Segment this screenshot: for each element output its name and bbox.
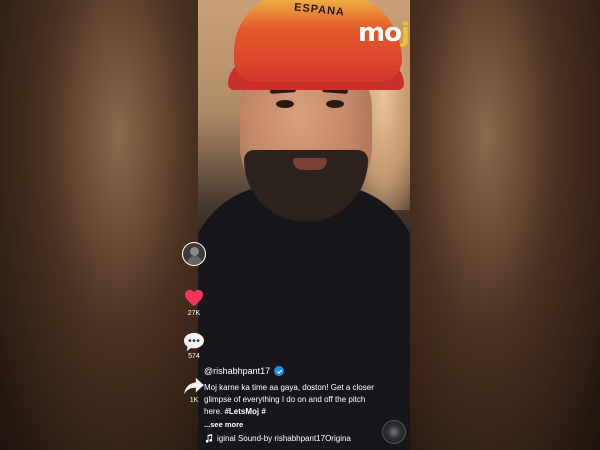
creator-handle[interactable]: @rishabhpant17 <box>204 366 270 376</box>
person-mouth <box>293 158 327 170</box>
comment-icon <box>184 332 204 352</box>
share-icon <box>184 377 204 395</box>
creator-handle-row[interactable]: @rishabhpant17 <box>204 366 285 376</box>
share-button[interactable] <box>182 374 206 398</box>
logo-j: j <box>400 18 410 48</box>
sound-row[interactable]: iginal Sound-by rishabhpant17Origina <box>204 434 374 443</box>
background-blur-right <box>410 0 600 450</box>
creator-avatar-button[interactable] <box>182 242 206 266</box>
background-blur-left <box>0 0 198 450</box>
like-button[interactable] <box>182 286 206 310</box>
right-eye <box>326 100 344 108</box>
comment-button[interactable] <box>182 330 206 354</box>
sound-disc-button[interactable] <box>382 420 406 444</box>
sound-title[interactable]: iginal Sound-by rishabhpant17Origina <box>217 434 351 443</box>
heart-icon <box>185 289 203 307</box>
post-description: Moj karne ka time aa gaya, doston! Get a… <box>204 382 374 418</box>
hashtag-link[interactable]: #LetsMoj # <box>224 407 265 416</box>
logo-mo: mo <box>358 18 402 48</box>
like-count: 27K <box>187 310 201 317</box>
avatar-body <box>187 256 202 265</box>
comment-count: 574 <box>188 353 200 360</box>
moj-logo: moj <box>358 18 410 48</box>
see-more-link[interactable]: ...see more <box>204 420 243 429</box>
avatar-head <box>190 247 199 256</box>
music-note-icon <box>205 434 213 443</box>
verified-icon <box>274 366 285 376</box>
left-eye <box>276 100 294 108</box>
